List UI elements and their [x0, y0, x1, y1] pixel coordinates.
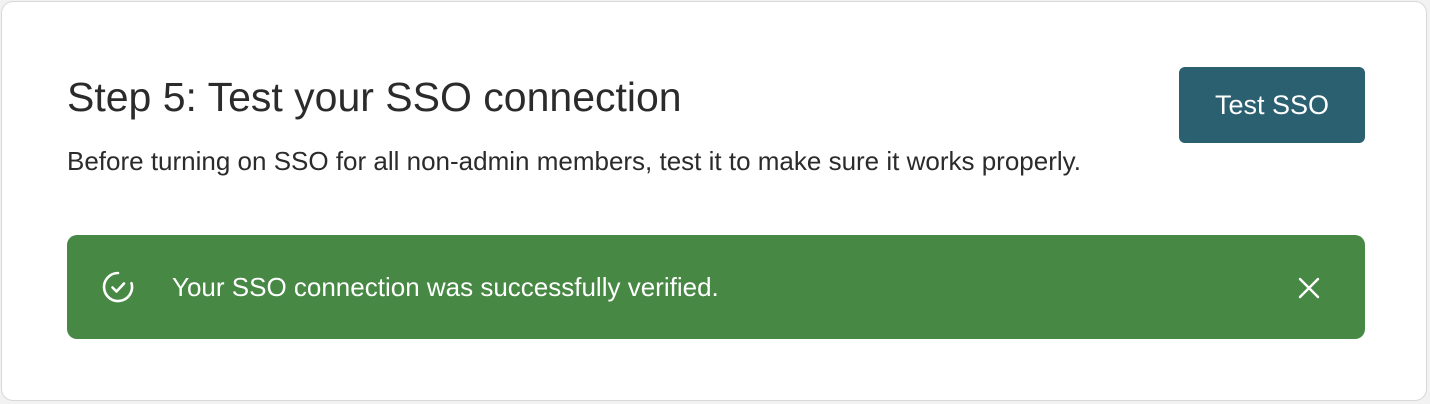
sso-step-card: Step 5: Test your SSO connection Before …	[1, 1, 1427, 401]
step-title: Step 5: Test your SSO connection	[67, 74, 682, 120]
check-circle-icon	[100, 269, 136, 305]
test-sso-button[interactable]: Test SSO	[1179, 67, 1365, 143]
close-icon[interactable]	[1292, 271, 1326, 305]
success-alert: Your SSO connection was successfully ver…	[67, 235, 1365, 339]
alert-message: Your SSO connection was successfully ver…	[172, 272, 719, 302]
step-description: Before turning on SSO for all non-admin …	[67, 146, 1081, 176]
